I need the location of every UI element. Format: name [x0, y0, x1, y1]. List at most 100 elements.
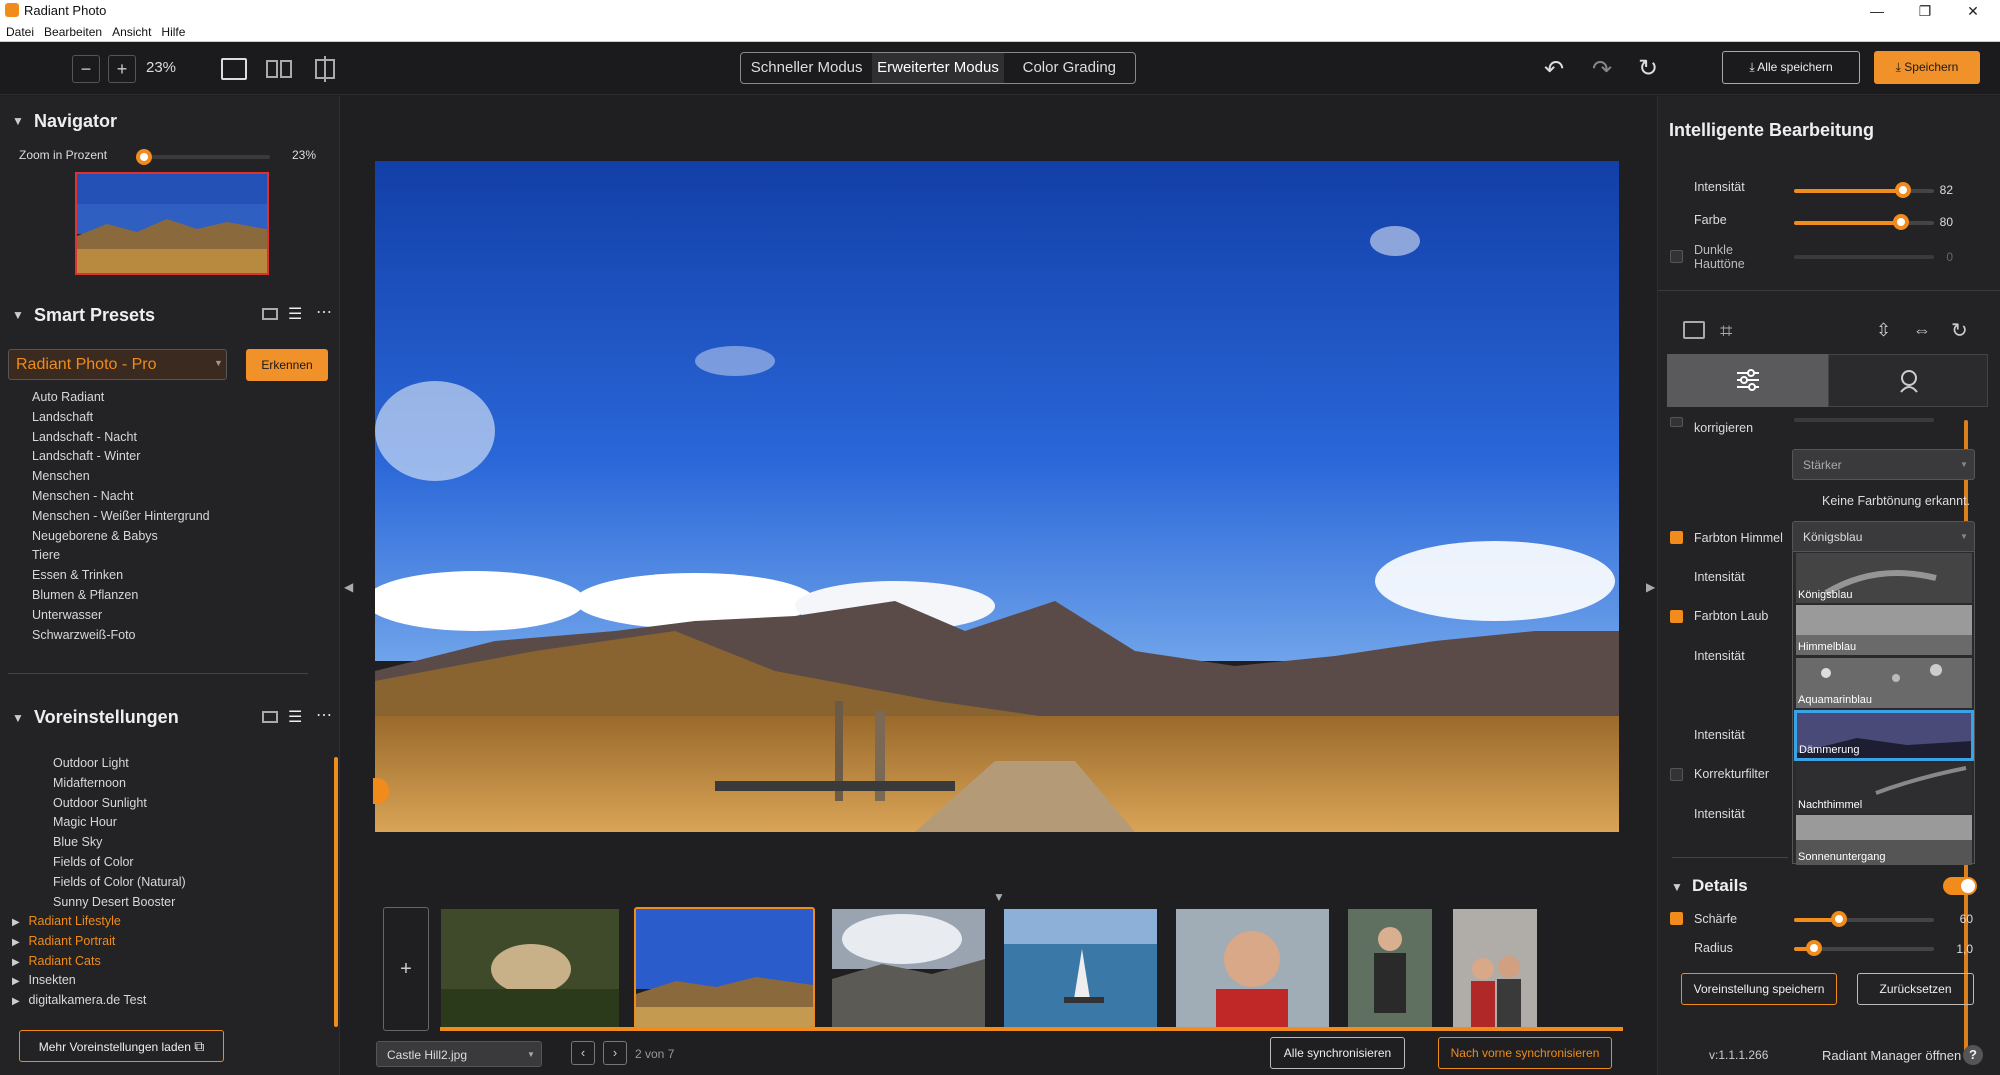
list-item[interactable]: Landschaft - Winter	[32, 447, 210, 467]
list-item[interactable]: Auto Radiant	[32, 388, 210, 408]
list-item[interactable]: Landschaft	[32, 408, 210, 428]
minimize-button[interactable]: —	[1854, 0, 1900, 22]
list-item[interactable]: Schwarzweiß-Foto	[32, 626, 210, 646]
prev-image-button[interactable]: ‹	[571, 1041, 595, 1065]
list-item[interactable]: Essen & Trinken	[32, 566, 210, 586]
filmstrip-scrollbar[interactable]	[440, 1027, 1623, 1031]
collapse-icon[interactable]: ▼	[12, 308, 24, 322]
foliage-tone-checkbox[interactable]	[1670, 610, 1683, 623]
filmstrip-thumb[interactable]	[441, 909, 619, 1027]
detect-button[interactable]: Erkennen	[246, 349, 328, 381]
list-item[interactable]: Menschen - Nacht	[32, 487, 210, 507]
main-photo[interactable]	[375, 161, 1619, 832]
more-icon[interactable]: ⋯	[316, 302, 332, 322]
close-button[interactable]: ✕	[1950, 0, 1996, 22]
split-view-icon[interactable]	[266, 58, 292, 80]
mode-quick[interactable]: Schneller Modus	[741, 53, 872, 83]
collapse-filmstrip-icon[interactable]: ▼	[993, 890, 1005, 904]
reset-details-button[interactable]: Zurücksetzen	[1857, 973, 1974, 1005]
next-image-button[interactable]: ›	[603, 1041, 627, 1065]
mode-color-grading[interactable]: Color Grading	[1004, 53, 1135, 83]
sky-option-highlighted[interactable]: Dämmerung	[1794, 710, 1974, 761]
list-item[interactable]: Tiere	[32, 546, 210, 566]
list-item[interactable]: Fields of Color (Natural)	[53, 873, 186, 893]
list-item[interactable]: Blumen & Pflanzen	[32, 586, 210, 606]
collapse-left-icon[interactable]: ◀	[344, 580, 353, 594]
color-slider-knob[interactable]	[1893, 214, 1909, 230]
more-icon[interactable]: ⋯	[316, 705, 332, 725]
redo-icon[interactable]: ↷	[1592, 55, 1612, 84]
preset-group[interactable]: ▶ Radiant Portrait	[12, 932, 146, 952]
list-item[interactable]: Magic Hour	[53, 813, 186, 833]
save-button[interactable]: ⤓ Speichern	[1874, 51, 1980, 84]
filmstrip-thumb[interactable]	[1004, 909, 1157, 1027]
list-item[interactable]: Neugeborene & Babys	[32, 527, 210, 547]
flip-vertical-icon[interactable]: ⇳	[1876, 320, 1891, 341]
zoom-slider-knob[interactable]	[136, 149, 152, 165]
single-view-icon[interactable]	[221, 58, 247, 80]
sharpness-slider-knob[interactable]	[1831, 911, 1847, 927]
sky-option[interactable]: Königsblau	[1796, 553, 1972, 603]
maximize-button[interactable]: ❐	[1902, 0, 1948, 22]
zoom-slider[interactable]	[140, 155, 270, 159]
filmstrip-thumb[interactable]	[832, 909, 985, 1027]
mode-advanced[interactable]: Erweiterter Modus	[872, 53, 1004, 83]
details-toggle[interactable]	[1943, 877, 1977, 895]
sky-tone-checkbox[interactable]	[1670, 531, 1683, 544]
list-item[interactable]: Outdoor Sunlight	[53, 794, 186, 814]
sync-all-button[interactable]: Alle synchronisieren	[1270, 1037, 1405, 1069]
menu-datei[interactable]: Datei	[6, 22, 34, 42]
zoom-in-button[interactable]: +	[108, 55, 136, 83]
strength-select[interactable]: Stärker ▼	[1792, 449, 1975, 480]
preset-group[interactable]: ▶ Radiant Lifestyle	[12, 912, 146, 932]
sky-option[interactable]: Himmelblau	[1796, 605, 1972, 655]
filmstrip-thumb[interactable]	[1348, 909, 1432, 1027]
grid-view-icon[interactable]	[262, 711, 278, 723]
list-item[interactable]: Landschaft - Nacht	[32, 428, 210, 448]
menu-hilfe[interactable]: Hilfe	[161, 22, 185, 42]
skin-tones-checkbox[interactable]	[1670, 250, 1683, 263]
undo-icon[interactable]: ↶	[1544, 55, 1564, 84]
compare-view-icon[interactable]	[312, 56, 338, 82]
menu-ansicht[interactable]: Ansicht	[112, 22, 151, 42]
add-image-button[interactable]: +	[383, 907, 429, 1031]
tab-adjustments[interactable]	[1667, 354, 1828, 407]
help-icon[interactable]: ?	[1963, 1045, 1983, 1065]
collapse-icon[interactable]: ▼	[1671, 880, 1683, 894]
tab-portrait[interactable]	[1828, 354, 1988, 407]
preset-group[interactable]: ▶ digitalkamera.de Test	[12, 991, 146, 1011]
preset-group[interactable]: ▶ Radiant Cats	[12, 952, 146, 972]
list-item[interactable]: Unterwasser	[32, 606, 210, 626]
zoom-out-button[interactable]: −	[72, 55, 100, 83]
grid-view-icon[interactable]	[262, 308, 278, 320]
collapse-right-icon[interactable]: ▶	[1646, 580, 1655, 594]
correct-slider[interactable]	[1794, 418, 1934, 422]
list-item[interactable]: Sunny Desert Booster	[53, 893, 186, 913]
flip-horizontal-icon[interactable]: ⇔	[1913, 320, 1931, 341]
correct-checkbox[interactable]	[1670, 417, 1683, 427]
list-view-icon[interactable]: ☰	[288, 707, 302, 727]
list-item[interactable]: Fields of Color	[53, 853, 186, 873]
rotate-icon[interactable]: ↻	[1951, 318, 1968, 343]
sky-option[interactable]: Sonnenuntergang	[1796, 815, 1972, 865]
sync-forward-button[interactable]: Nach vorne synchronisieren	[1438, 1037, 1612, 1069]
intensity-slider-knob[interactable]	[1895, 182, 1911, 198]
radiant-manager-link[interactable]: Radiant Manager öffnen	[1822, 1048, 1961, 1063]
file-select[interactable]: Castle Hill2.jpg ▼	[376, 1041, 542, 1067]
image-icon[interactable]	[1683, 321, 1705, 339]
save-all-button[interactable]: ⤓ Alle speichern	[1722, 51, 1860, 84]
scrollbar[interactable]	[334, 757, 338, 1027]
list-item[interactable]: Blue Sky	[53, 833, 186, 853]
filter-checkbox[interactable]	[1670, 768, 1683, 781]
preset-select[interactable]: Radiant Photo - Pro ▼	[8, 349, 227, 380]
navigator-thumbnail[interactable]	[75, 172, 269, 275]
reset-icon[interactable]: ↻	[1638, 54, 1658, 83]
list-item[interactable]: Menschen - Weißer Hintergrund	[32, 507, 210, 527]
save-preset-button[interactable]: Voreinstellung speichern	[1681, 973, 1837, 1005]
filmstrip-thumb-selected[interactable]	[634, 907, 815, 1029]
list-item[interactable]: Menschen	[32, 467, 210, 487]
sky-tone-select[interactable]: Königsblau ▼	[1792, 521, 1975, 552]
sky-option[interactable]: Nachthimmel	[1796, 763, 1972, 813]
preset-group[interactable]: ▶ Insekten	[12, 971, 146, 991]
radius-slider-knob[interactable]	[1806, 940, 1822, 956]
